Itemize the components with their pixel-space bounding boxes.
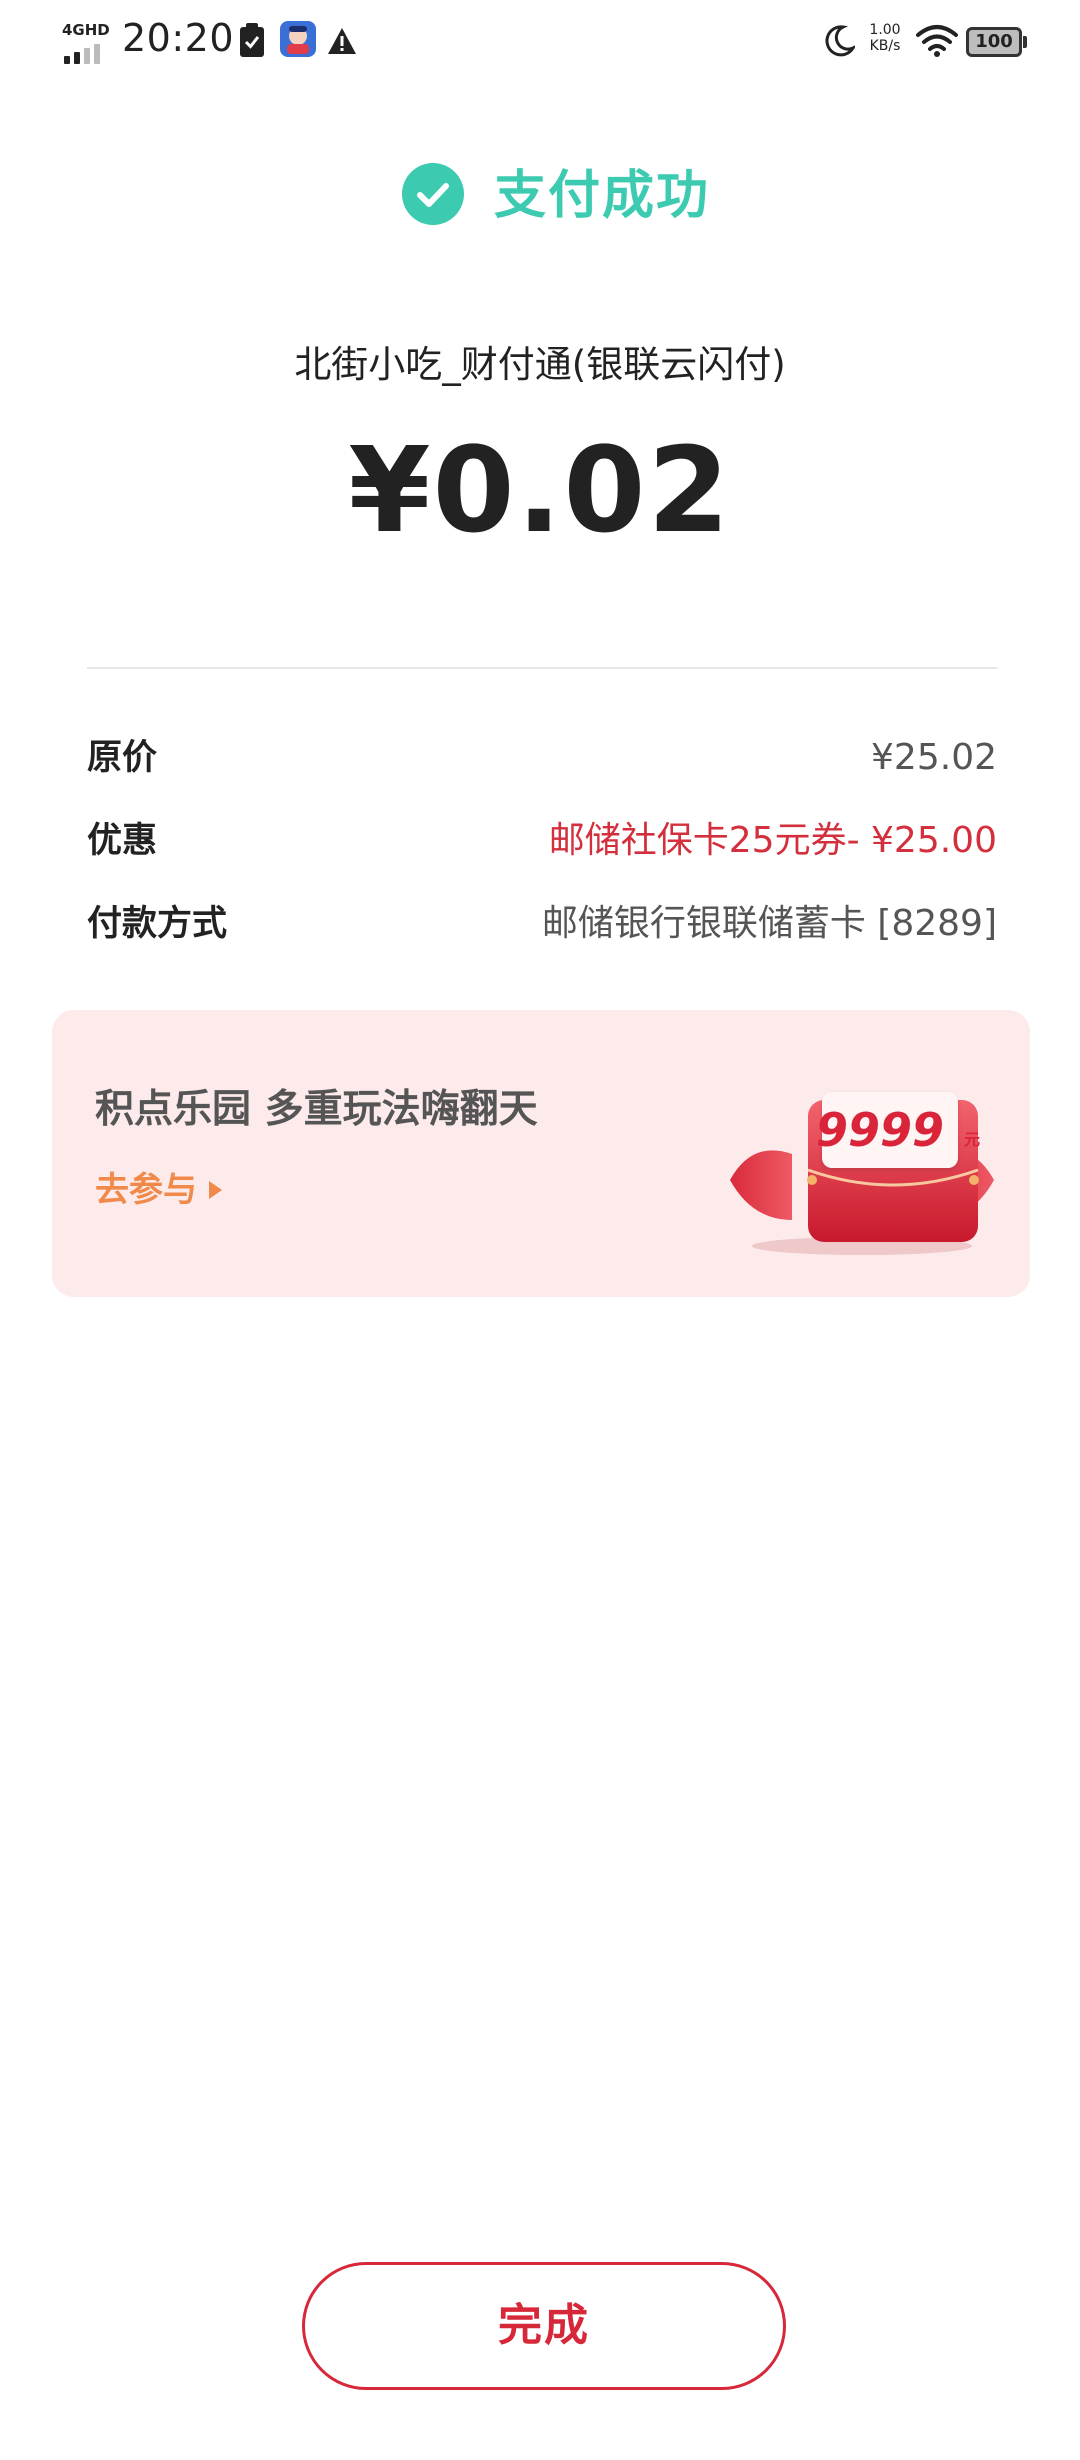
merchant-name: 北街小吃_财付通(银联云闪付) [294, 343, 786, 386]
done-button[interactable]: 完成 [302, 2262, 786, 2390]
battery-icon: 100 [966, 27, 1022, 57]
detail-label: 原价 [87, 738, 158, 778]
paid-amount: ¥0.02 [348, 421, 732, 559]
clipboard-check-icon [240, 23, 264, 57]
app-notification-icon [280, 21, 316, 57]
detail-value: ¥25.02 [871, 737, 997, 778]
wifi-icon [916, 25, 958, 57]
moon-icon [825, 25, 855, 57]
detail-label: 付款方式 [87, 904, 228, 944]
battery-tip [1023, 36, 1027, 48]
gift-unit: 元 [964, 1130, 981, 1149]
divider [87, 667, 997, 669]
gift-amount: 9999 [816, 1103, 945, 1157]
status-time: 20:20 [122, 16, 235, 60]
status-bar: 4GHD 20:20 1.00 KB/s 100 [0, 0, 1080, 84]
promo-banner[interactable]: 积点乐园 多重玩法嗨翻天 去参与 9999 元 [52, 1010, 1030, 1297]
promo-title: 积点乐园 多重玩法嗨翻天 [95, 1087, 538, 1132]
detail-value: 邮储银行银联储蓄卡 [8289] [541, 903, 997, 944]
net-speed: 1.00 KB/s [869, 22, 901, 54]
payment-success-header: 支付成功 [0, 162, 1080, 226]
promo-link-label: 去参与 [95, 1170, 197, 1210]
promo-join-link[interactable]: 去参与 [95, 1168, 222, 1212]
warning-icon [328, 28, 356, 54]
detail-row-payment-method: 付款方式 邮储银行银联储蓄卡 [8289] [87, 896, 997, 952]
payment-result-page: 4GHD 20:20 1.00 KB/s 100 支付成功 北街小吃_财付通(银… [0, 0, 1080, 2460]
detail-row-discount: 优惠 邮储社保卡25元券- ¥25.00 [87, 813, 997, 869]
detail-label: 优惠 [87, 821, 158, 861]
check-circle-icon [402, 163, 464, 225]
signal-icon: 4GHD [62, 21, 112, 64]
detail-value: 邮储社保卡25元券- ¥25.00 [548, 820, 997, 861]
detail-row-original-price: 原价 ¥25.02 [87, 730, 997, 786]
payment-status-title: 支付成功 [494, 166, 711, 226]
red-packet-illustration: 9999 元 [712, 1070, 1012, 1260]
network-type: 4GHD [62, 21, 110, 39]
arrow-right-icon [209, 1181, 222, 1199]
